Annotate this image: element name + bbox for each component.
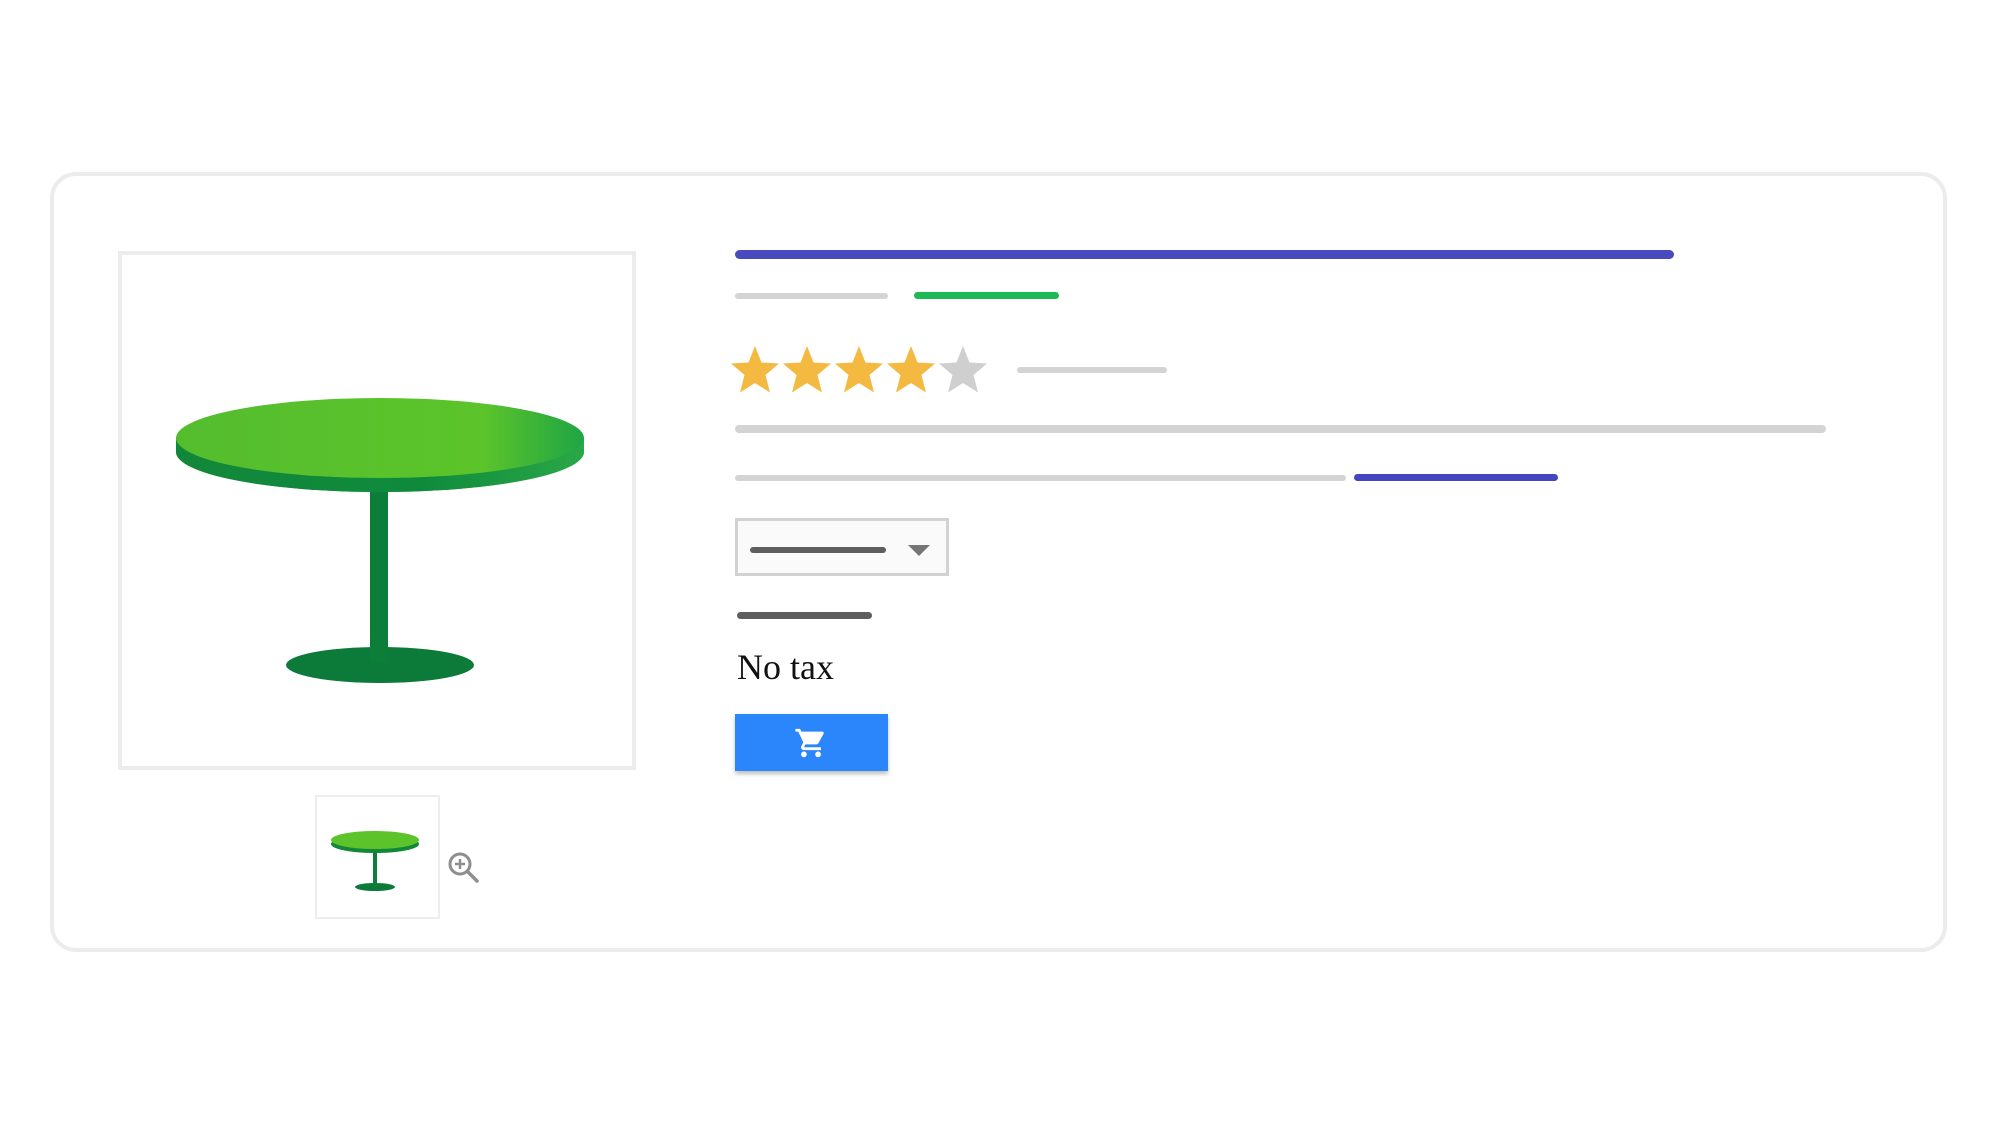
table-image-icon [176,398,584,683]
star-filled-icon [783,346,831,393]
table-thumbnail-icon [331,831,419,891]
select-value-placeholder [750,547,886,553]
tax-note: No tax [737,647,834,687]
brand-placeholder [735,293,888,299]
product-thumbnail[interactable] [315,795,440,919]
price-placeholder [737,612,872,619]
star-rating [730,344,988,398]
stock-status-placeholder [914,292,1059,299]
description-placeholder [735,425,1826,433]
star-empty-icon [939,346,987,393]
info-text-placeholder [735,475,1346,481]
zoom-in-icon[interactable] [446,850,482,886]
shopping-cart-icon [795,728,824,758]
info-link-placeholder[interactable] [1354,474,1558,481]
variant-select[interactable] [735,518,949,576]
add-to-cart-button[interactable] [735,714,888,771]
rating-count-placeholder[interactable] [1017,367,1167,373]
product-title-placeholder [735,250,1674,259]
chevron-down-icon [908,545,930,556]
product-main-image [118,251,636,770]
star-filled-icon [835,346,883,393]
star-filled-icon [887,346,935,393]
star-filled-icon [731,346,779,393]
